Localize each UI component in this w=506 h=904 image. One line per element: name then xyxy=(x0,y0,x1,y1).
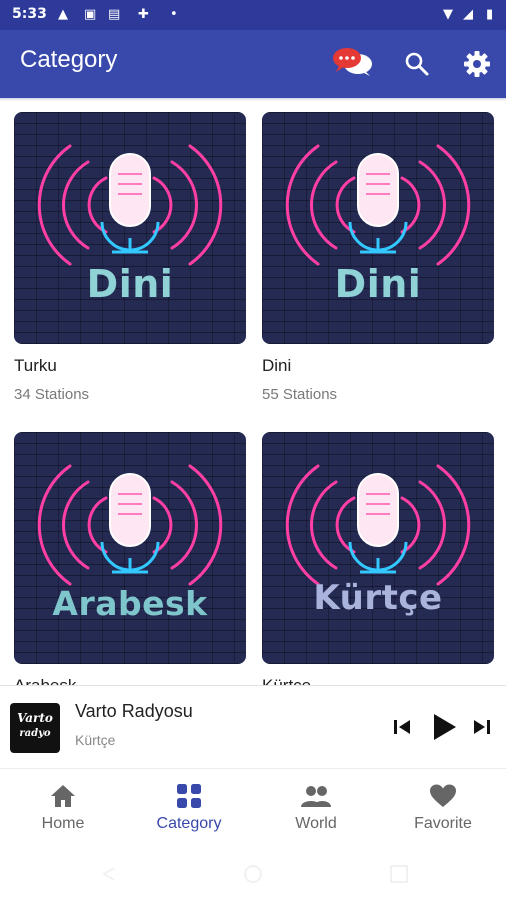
system-navigation-bar xyxy=(0,850,506,900)
category-card-dini[interactable]: Dini Dini 55 Stations xyxy=(262,112,494,403)
previous-icon[interactable] xyxy=(392,717,412,741)
signal-icon: ◢ xyxy=(463,7,473,22)
search-icon[interactable] xyxy=(404,51,430,81)
station-title: Varto Radyosu xyxy=(75,701,193,721)
category-station-count: 34 Stations xyxy=(14,386,90,403)
bottom-navigation: Home Category World Favorite xyxy=(0,768,506,851)
tab-world-label: World xyxy=(295,815,337,832)
grid-icon xyxy=(177,784,201,808)
microphone-icon xyxy=(37,144,223,266)
tab-world[interactable]: World xyxy=(253,769,379,851)
category-artwork-text: Dini xyxy=(334,262,422,306)
station-logo-top: Varto xyxy=(17,711,53,725)
station-category: Kürtçe xyxy=(75,732,116,748)
category-station-count: 55 Stations xyxy=(262,386,338,403)
category-name: Arabesk xyxy=(14,676,246,685)
category-artwork: Arabesk xyxy=(14,432,246,664)
back-icon xyxy=(102,867,115,881)
category-grid[interactable]: Dini Turku 34 Stations Dini Dini 55 Stat… xyxy=(0,101,506,685)
tab-favorite-label: Favorite xyxy=(414,815,472,832)
station-logo: Varto radyo xyxy=(10,703,60,753)
recents-icon xyxy=(390,865,408,883)
category-name: Turku xyxy=(14,356,57,375)
page-title: Category xyxy=(20,46,118,73)
category-card-kurtce[interactable]: Kürtçe Kürtçe xyxy=(262,432,494,685)
heart-icon xyxy=(430,784,456,807)
category-card-arabesk[interactable]: Arabesk Arabesk xyxy=(14,432,246,685)
next-icon[interactable] xyxy=(472,717,492,741)
category-artwork-text: Arabesk xyxy=(52,584,208,623)
wifi-icon: ▼ xyxy=(443,7,453,22)
microphone-icon xyxy=(285,464,471,586)
category-artwork-text: Kürtçe xyxy=(313,578,443,618)
station-logo-bottom: radyo xyxy=(19,728,51,739)
category-artwork-text: Dini xyxy=(86,262,174,306)
category-artwork: Dini xyxy=(14,112,246,344)
home-system-icon xyxy=(244,865,262,883)
category-card-turku[interactable]: Dini Turku 34 Stations xyxy=(14,112,246,403)
mini-player[interactable]: Varto radyo Varto Radyosu Kürtçe xyxy=(0,685,506,768)
people-icon xyxy=(301,786,331,807)
status-bar: 5:33 ▲ ▣ ▤ ✚ • ▼ ◢ ▮ xyxy=(0,0,506,30)
app-notification-icon: ▣ xyxy=(84,7,97,22)
tab-home[interactable]: Home xyxy=(0,769,126,851)
battery-icon: ▮ xyxy=(486,7,494,22)
app-bar: Category xyxy=(0,30,506,98)
category-name: Kürtçe xyxy=(262,676,494,685)
tab-favorite[interactable]: Favorite xyxy=(380,769,506,851)
tab-category[interactable]: Category xyxy=(126,769,252,851)
tab-category-label: Category xyxy=(156,815,222,832)
tab-home-label: Home xyxy=(41,815,85,832)
category-artwork: Kürtçe xyxy=(262,432,494,664)
play-icon[interactable] xyxy=(430,712,458,746)
category-artwork: Dini xyxy=(262,112,494,344)
status-time: 5:33 xyxy=(12,6,47,22)
home-icon xyxy=(51,785,75,807)
category-name: Dini xyxy=(262,356,292,375)
microphone-icon xyxy=(37,464,223,586)
dot-icon: • xyxy=(170,7,178,22)
chat-icon[interactable] xyxy=(332,46,374,82)
gear-icon[interactable] xyxy=(463,50,491,82)
microphone-icon xyxy=(285,144,471,266)
plus-notification-icon: ✚ xyxy=(138,7,149,22)
image-notification-icon: ▤ xyxy=(108,7,121,22)
warning-icon: ▲ xyxy=(58,7,68,22)
